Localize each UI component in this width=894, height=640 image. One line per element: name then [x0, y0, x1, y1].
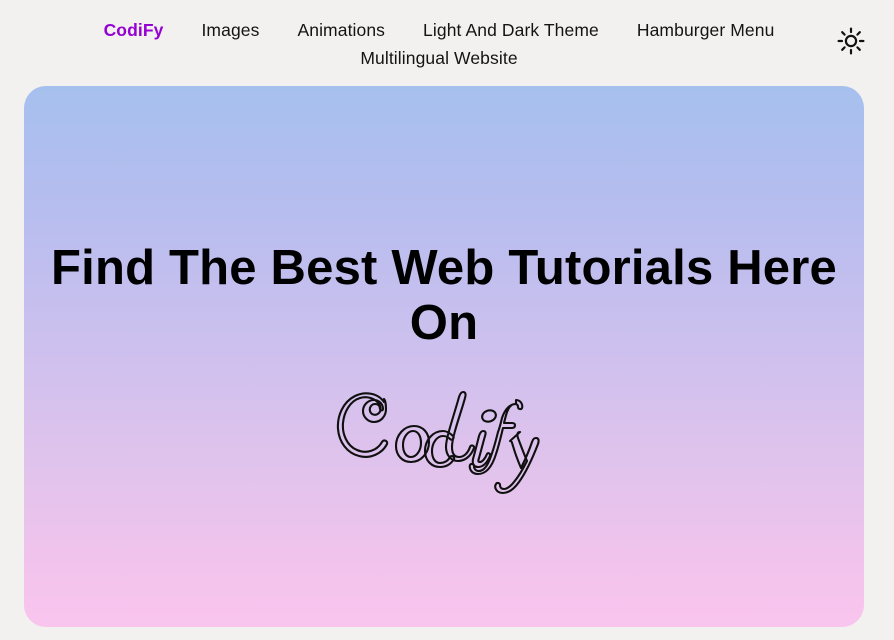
- hero-panel: Find The Best Web Tutorials Here On Codi…: [24, 86, 864, 627]
- nav-item-light-and-dark-theme[interactable]: Light And Dark Theme: [423, 18, 599, 42]
- nav-item-animations[interactable]: Animations: [297, 18, 385, 42]
- nav-item-multilingual-website[interactable]: Multilingual Website: [360, 46, 517, 70]
- codify-script-logo: Codify: [329, 373, 559, 495]
- nav-item-codify[interactable]: CodiFy: [104, 18, 164, 42]
- nav-item-hamburger-menu[interactable]: Hamburger Menu: [637, 18, 775, 42]
- theme-toggle-button[interactable]: [834, 24, 868, 58]
- nav-link-list: CodiFy Images Animations Light And Dark …: [0, 18, 894, 70]
- hero-title: Find The Best Web Tutorials Here On: [51, 241, 837, 350]
- sun-icon: [836, 26, 866, 56]
- nav-item-images[interactable]: Images: [201, 18, 259, 42]
- main-navigation: CodiFy Images Animations Light And Dark …: [0, 0, 894, 78]
